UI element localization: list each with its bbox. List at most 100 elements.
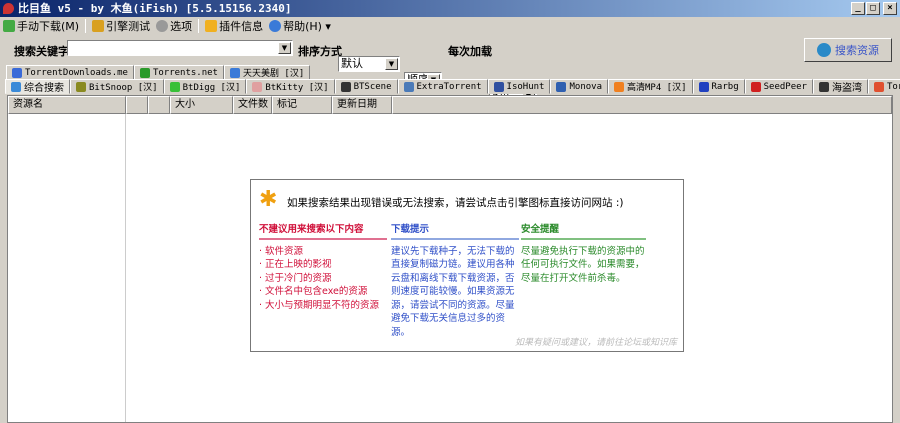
info-icon [269, 20, 282, 32]
engine-icon [403, 81, 414, 92]
maximize-button[interactable]: □ [866, 2, 880, 15]
download-tips-text: 建议先下载种子，无法下载的直接复制磁力链。建议用各种云盘和离线下载下载资源，否则… [391, 245, 515, 338]
label: 选项 [170, 20, 193, 33]
help-menu[interactable]: 帮助(H) ▾ [269, 18, 331, 34]
safety-column: 安全提醒 尽量避免执行下载的资源中的任何可执行文件。如果需要，尽量在打开文件前杀… [521, 223, 646, 285]
column-header[interactable] [392, 96, 892, 114]
engine-tab[interactable]: SeedPeer [744, 79, 813, 94]
list-item: · 过于冷门的资源 [259, 272, 332, 284]
tab-label: BtKitty [汉] [265, 83, 329, 93]
column-header[interactable]: 资源名 [8, 96, 126, 114]
tab-label: BTScene [353, 81, 392, 92]
close-button[interactable]: × [883, 2, 897, 15]
engine-test-button[interactable]: 引擎测试 [92, 18, 150, 34]
list-item: · 文件名中包含exe的资源 [259, 286, 368, 297]
engine-tab[interactable]: Rarbg [692, 79, 745, 94]
table-header: 资源名 大小 文件数 标记 更新日期 [8, 96, 892, 114]
gear-icon [156, 20, 169, 32]
engine-icon [556, 81, 567, 92]
tab-label: TorLock [886, 81, 900, 92]
column-header[interactable] [126, 96, 148, 114]
info-headline: 如果搜索结果出现错误或无法搜索，请尝试点击引擎图标直接访问网站 :) [287, 197, 624, 209]
sort-select[interactable]: 默认 ▼ [338, 56, 400, 72]
list-item: · 大小与预期明显不符的资源 [259, 299, 380, 311]
engine-tab[interactable]: TorLock [867, 79, 900, 94]
engine-icon [340, 81, 351, 92]
engine-icon [750, 81, 761, 92]
tab-label: SeedPeer [763, 81, 807, 92]
safety-title: 安全提醒 [521, 223, 646, 240]
search-button-label: 搜索资源 [835, 44, 879, 57]
wand-icon [92, 20, 105, 32]
engine-tab[interactable]: BitSnoop [汉] [70, 79, 164, 94]
engine-tabs-row2: 综合搜索 BitSnoop [汉] BtDigg [汉] BtKitty [汉] BTS… [5, 79, 900, 94]
engine-tab[interactable]: IsoHunt [487, 79, 551, 94]
engine-tab[interactable]: 高清MP4 [汉] [608, 79, 693, 94]
toolbar: 手动下载(M) 引擎测试 选项 插件信息 帮助(H) ▾ [0, 17, 900, 35]
name-column [8, 114, 126, 422]
tab-label: 海盗湾 [831, 83, 862, 94]
safety-text: 尽量避免执行下载的资源中的任何可执行文件。如果需要，尽量在打开文件前杀毒。 [521, 245, 645, 284]
engine-tab[interactable]: ExtraTorrent [397, 79, 488, 94]
engine-tabs-row1: TorrentDownloads.me Torrents.net 天天美剧 [汉] [6, 65, 311, 80]
tab-label: Rarbg [711, 81, 739, 92]
list-item: · 软件资源 [259, 245, 304, 257]
engine-icon [11, 81, 21, 92]
engine-tab[interactable]: 海盗湾 [812, 79, 868, 94]
chevron-down-icon[interactable]: ▼ [278, 42, 291, 54]
engine-tab[interactable]: BTScene [334, 79, 398, 94]
label: 引擎测试 [106, 20, 151, 33]
engine-tab[interactable]: Torrents.net [133, 65, 224, 80]
column-header[interactable]: 文件数 [233, 96, 272, 114]
engine-tab[interactable]: BtDigg [汉] [163, 79, 247, 94]
engine-icon [76, 81, 86, 92]
globe-search-icon [817, 43, 831, 57]
tab-label: 综合搜索 [24, 83, 64, 94]
info-panel: ✱ 如果搜索结果出现错误或无法搜索，请尝试点击引擎图标直接访问网站 :) 不建议… [250, 179, 684, 352]
tab-label: BitSnoop [汉] [89, 83, 158, 93]
label: 插件信息 [219, 20, 264, 33]
separator [198, 19, 200, 33]
engine-icon [169, 81, 180, 92]
tab-label: TorrentDownloads.me [25, 67, 128, 78]
tab-label: IsoHunt [506, 81, 545, 92]
tab-label: 天天美剧 [汉] [242, 69, 305, 79]
chevron-down-icon[interactable]: ▼ [385, 58, 398, 70]
engine-icon [493, 81, 504, 92]
engine-icon [873, 81, 884, 92]
options-button[interactable]: 选项 [156, 18, 192, 34]
column-header[interactable]: 更新日期 [332, 96, 392, 114]
plugin-info-button[interactable]: 插件信息 [205, 18, 263, 34]
engine-tab[interactable]: 综合搜索 [5, 79, 70, 94]
tab-label: Monova [569, 81, 602, 92]
tab-label: ExtraTorrent [416, 81, 482, 92]
tab-label: 高清MP4 [汉] [627, 83, 687, 93]
app-icon [3, 3, 14, 14]
download-icon [3, 20, 15, 32]
download-tips-title: 下载提示 [391, 223, 519, 240]
info-footer: 如果有疑问或建议，请前往论坛或知识库 [514, 338, 677, 348]
list-item: · 正在上映的影视 [259, 259, 332, 270]
minimize-button[interactable]: _ [851, 2, 865, 15]
engine-tab[interactable]: Monova [550, 79, 608, 94]
label: 手动下载(M) [17, 20, 80, 33]
column-header[interactable]: 标记 [272, 96, 332, 114]
column-header[interactable] [148, 96, 170, 114]
separator [85, 19, 87, 33]
engine-tab[interactable]: BtKitty [汉] [246, 79, 335, 94]
engine-icon [252, 81, 263, 92]
sort-label: 排序方式 [298, 45, 342, 58]
engine-icon [614, 81, 624, 92]
engine-tab[interactable]: TorrentDownloads.me [6, 65, 134, 80]
manual-download-button[interactable]: 手动下载(M) [3, 18, 79, 34]
engine-tab[interactable]: 天天美剧 [汉] [223, 65, 311, 80]
sort-value: 默认 [341, 57, 363, 70]
engine-icon [698, 81, 709, 92]
search-button[interactable]: 搜索资源 [804, 38, 892, 62]
window-title: 比目鱼 v5 - by 木鱼(iFish) [5.5.15156.2340] [18, 2, 292, 15]
column-header[interactable]: 大小 [170, 96, 233, 114]
engine-icon [818, 81, 829, 92]
load-label: 每次加载 [448, 45, 492, 58]
not-recommended-column: 不建议用来搜索以下内容 · 软件资源 · 正在上映的影视 · 过于冷门的资源 · 文件… [259, 223, 387, 312]
keyword-input[interactable]: ▼ [67, 40, 293, 56]
